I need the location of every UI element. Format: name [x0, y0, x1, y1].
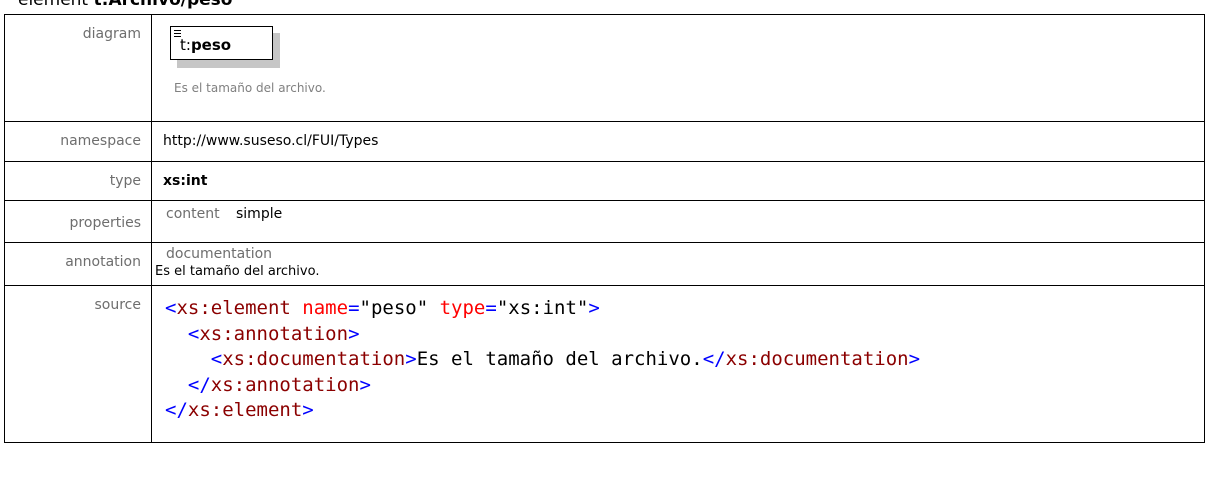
diagram-node-box: t:peso	[170, 26, 273, 60]
property-key: content	[166, 206, 220, 222]
heading-prefix: element	[18, 0, 89, 10]
heading-name: t:Archivo/peso	[93, 0, 233, 10]
source-cell: <xs:element name="peso" type="xs:int"> <…	[151, 285, 1205, 443]
diagram-element-name: t:peso	[180, 36, 232, 54]
annotation-cell: documentation Es el tamaño del archivo.	[151, 242, 1205, 286]
element-heading: element t:Archivo/peso	[18, 0, 232, 10]
namespace-label: namespace	[4, 121, 152, 162]
diagram-caption: Es el tamaño del archivo.	[174, 81, 326, 95]
source-row: source <xs:element name="peso" type="xs:…	[4, 285, 1205, 443]
diagram-row: diagram t:peso Es el tamaño del archivo.	[4, 14, 1205, 122]
element-diagram-node[interactable]: t:peso	[170, 26, 280, 68]
diagram-label: diagram	[4, 14, 152, 122]
annotation-label: annotation	[4, 242, 152, 286]
annotation-value: Es el tamaño del archivo.	[155, 264, 320, 279]
namespace-row: namespace http://www.suseso.cl/FUI/Types	[4, 121, 1205, 162]
type-row: type xs:int	[4, 161, 1205, 201]
source-label: source	[4, 285, 152, 443]
properties-row: properties content simple	[4, 200, 1205, 243]
diagram-cell: t:peso Es el tamaño del archivo.	[151, 14, 1205, 122]
property-value: simple	[236, 206, 283, 222]
type-label: type	[4, 161, 152, 201]
property-content: content simple	[152, 201, 1204, 222]
properties-label: properties	[4, 200, 152, 243]
annotation-key: documentation	[166, 246, 273, 262]
type-value-link[interactable]: xs:int	[163, 173, 207, 189]
source-code: <xs:element name="peso" type="xs:int"> <…	[165, 297, 921, 421]
namespace-value: http://www.suseso.cl/FUI/Types	[151, 121, 1205, 162]
annotation-row: annotation documentation Es el tamaño de…	[4, 242, 1205, 286]
type-value-cell: xs:int	[151, 161, 1205, 201]
element-doc-table: diagram t:peso Es el tamaño del archivo.…	[4, 14, 1205, 443]
properties-cell: content simple	[151, 200, 1205, 243]
